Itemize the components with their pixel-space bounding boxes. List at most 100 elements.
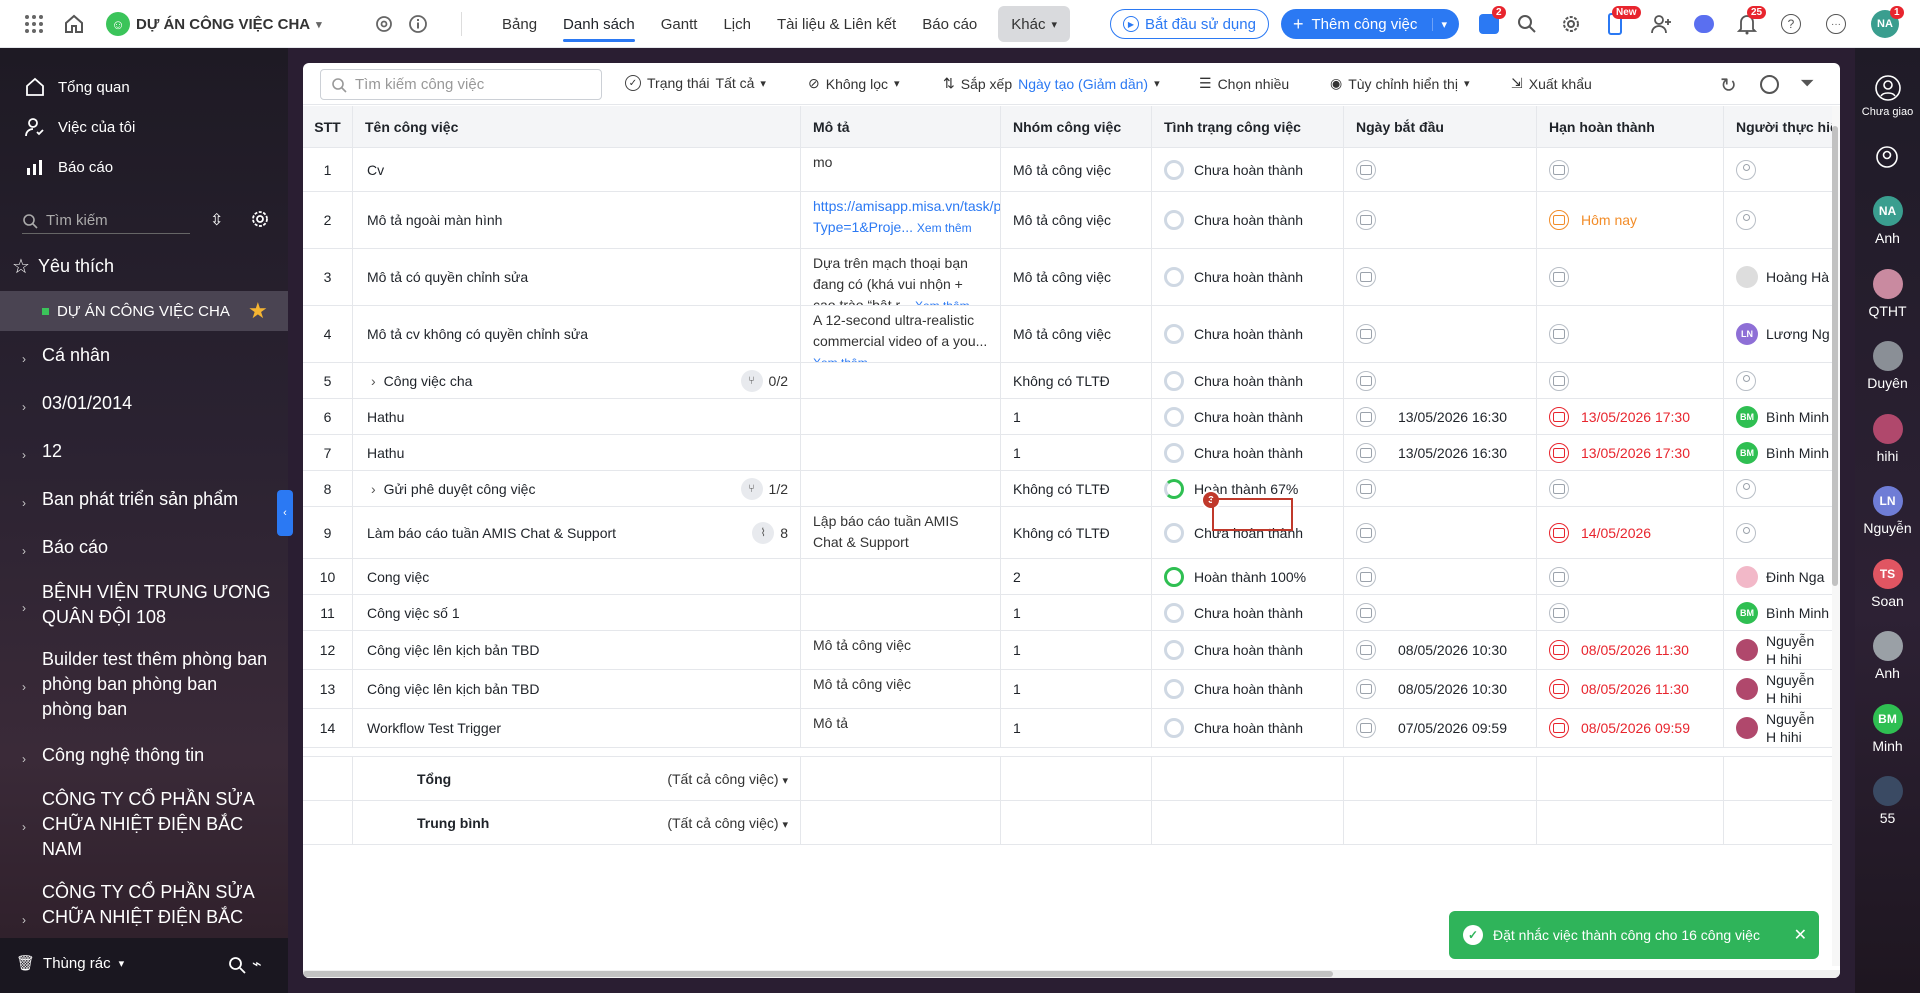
sidebar-group[interactable]: › Báo cáo [22, 535, 272, 564]
export-button[interactable]: ⇲ Xuất khẩu [1511, 75, 1592, 92]
task-status-cell[interactable]: Chưa hoàn thành [1152, 363, 1344, 398]
task-name[interactable]: Hathu [367, 409, 404, 425]
calendar-icon[interactable] [1356, 478, 1376, 499]
task-group[interactable]: 1 [1001, 595, 1152, 630]
see-more-link[interactable]: Xem thêm [917, 221, 972, 235]
col-header-group[interactable]: Nhóm công việc [1001, 106, 1152, 147]
start-date-cell[interactable]: 08/05/2026 10:30 [1344, 670, 1537, 708]
due-date-cell[interactable]: 14/05/2026 [1537, 507, 1724, 558]
start-date-cell[interactable]: 08/05/2026 10:30 [1344, 631, 1537, 669]
status-ring-icon[interactable] [1164, 159, 1184, 180]
expand-arrow-icon[interactable]: › [371, 481, 376, 497]
status-ring-icon[interactable] [1164, 210, 1184, 230]
table-row[interactable]: 1 Cv mo Mô tả công việc Chưa hoàn thành [303, 148, 1840, 192]
subtask-count[interactable]: ⑂ 1/2 [740, 477, 788, 500]
assignee-filter-person[interactable]: LN Nguyễn [1855, 486, 1920, 536]
sidebar-group[interactable]: › CÔNG TY CỔ PHẦN SỬA CHỮA NHIỆT ĐIỆN BẮC [22, 880, 272, 930]
due-date-cell[interactable] [1537, 595, 1724, 630]
calendar-icon[interactable] [1549, 267, 1569, 287]
start-date-cell[interactable] [1344, 471, 1537, 506]
table-row[interactable]: 11 Công việc số 1 1 Chưa hoàn thành BM Bình M… [303, 595, 1840, 631]
table-row[interactable]: 3 Mô tả có quyền chỉnh sửa Dựa trên mạch t… [303, 249, 1840, 306]
col-header-desc[interactable]: Mô tả [801, 106, 1001, 147]
sidebar-group[interactable]: › CÔNG TY CỔ PHẦN SỬA CHỮA NHIỆT ĐIỆN BẮC… [22, 787, 272, 862]
sidebar-group[interactable]: › 12 [22, 439, 272, 468]
status-ring-icon[interactable] [1164, 679, 1184, 699]
due-date-cell[interactable]: 13/05/2026 17:30 [1537, 399, 1724, 434]
collapse-all-icon[interactable]: ⇳ [210, 210, 223, 230]
assignee-cell[interactable]: Nguyễn H hihi [1724, 631, 1840, 669]
task-name-cell[interactable]: Làm báo cáo tuần AMIS Chat & Support ⌇ 8 [353, 507, 801, 558]
apps-grid-icon[interactable] [22, 12, 46, 36]
task-group[interactable]: Mô tả công việc [1001, 192, 1152, 248]
favorite-project-item[interactable]: DỰ ÁN CÔNG VIỆC CHA ★ [0, 291, 288, 331]
tab-list[interactable]: Danh sách [550, 0, 648, 48]
sidebar-item-my-tasks[interactable]: Việc của tôi [24, 116, 135, 138]
project-selector[interactable]: ☺ DỰ ÁN CÔNG VIỆC CHA ▾ [106, 12, 322, 36]
calendar-icon[interactable] [1356, 406, 1376, 427]
status-ring-icon[interactable] [1164, 370, 1184, 391]
task-status-cell[interactable]: Chưa hoàn thành [1152, 595, 1344, 630]
col-header-start[interactable]: Ngày bắt đầu [1344, 106, 1537, 147]
calendar-icon[interactable] [1549, 478, 1569, 499]
assignee-cell[interactable]: BM Bình Minh [1724, 595, 1840, 630]
attachment-count[interactable]: ⌇ 8 [752, 521, 788, 544]
help-icon[interactable]: ? [1781, 14, 1801, 34]
task-group[interactable]: Không có TLTĐ [1001, 471, 1152, 506]
due-date-cell[interactable] [1537, 559, 1724, 594]
status-ring-icon[interactable] [1164, 406, 1184, 427]
status-ring-icon[interactable] [1164, 324, 1184, 344]
task-group[interactable]: Mô tả công việc [1001, 148, 1152, 191]
task-desc-cell[interactable]: Mô tả công việc [801, 670, 1001, 708]
task-desc-cell[interactable]: Lập báo cáo tuần AMIS Chat & Support [801, 507, 1001, 558]
task-status-cell[interactable]: Chưa hoàn thành [1152, 249, 1344, 305]
table-row[interactable]: 7 Hathu 1 Chưa hoàn thành 13/05/2026 16:30 13… [303, 435, 1840, 471]
calendar-icon[interactable] [1356, 640, 1376, 660]
assignee-filter-person[interactable]: NA Anh [1855, 196, 1920, 246]
favorites-header[interactable]: ☆ Yêu thích [12, 254, 114, 279]
table-row[interactable]: 2 Mô tả ngoài màn hình https://amisapp.mis… [303, 192, 1840, 249]
pie-chart-icon[interactable] [1760, 75, 1779, 94]
task-search-input[interactable]: Tìm kiếm công việc [320, 69, 602, 100]
task-status-cell[interactable]: Chưa hoàn thành [1152, 435, 1344, 470]
status-ring-icon[interactable] [1164, 267, 1184, 287]
task-group[interactable]: Mô tả công việc [1001, 249, 1152, 305]
task-name-cell[interactable]: Cong việc [353, 559, 801, 594]
task-status-cell[interactable]: Chưa hoàn thành [1152, 670, 1344, 708]
due-date-cell[interactable]: 08/05/2026 11:30 [1537, 670, 1724, 708]
sidebar-group[interactable]: › Cá nhân [22, 343, 272, 372]
tab-calendar[interactable]: Lịch [710, 0, 764, 48]
start-date-cell[interactable]: 13/05/2026 16:30 [1344, 435, 1537, 470]
task-group[interactable]: Mô tả công việc [1001, 306, 1152, 362]
chat-icon[interactable] [1694, 15, 1714, 33]
task-name[interactable]: Công việc lên kịch bản TBD [367, 681, 540, 697]
task-status-cell[interactable]: Hoàn thành 100% [1152, 559, 1344, 594]
task-status-cell[interactable]: Chưa hoàn thành [1152, 192, 1344, 248]
table-row[interactable]: 5 › Công việc cha ⑂ 0/2 Không có TLTĐ Chưa hoà… [303, 363, 1840, 399]
sort-dropdown[interactable]: ⇅ Sắp xếp Ngày tạo (Giảm dần) ▾ [943, 75, 1160, 92]
due-date-cell[interactable]: Hôm nay [1537, 192, 1724, 248]
table-row[interactable]: 10 Cong việc 2 Hoàn thành 100% Đinh Nga [303, 559, 1840, 595]
task-name[interactable]: Công việc lên kịch bản TBD [367, 642, 540, 658]
assignee-cell[interactable] [1724, 471, 1840, 506]
task-name-cell[interactable]: Hathu [353, 435, 801, 470]
task-desc-cell[interactable]: Mô tả công việc [801, 631, 1001, 669]
close-icon[interactable]: ✕ [1794, 925, 1807, 945]
status-ring-icon[interactable] [1164, 640, 1184, 660]
due-date-cell[interactable] [1537, 249, 1724, 305]
see-more-link[interactable]: Xem thêm [915, 299, 970, 305]
calendar-icon[interactable] [1549, 566, 1569, 587]
assignee-filter-person[interactable]: Anh [1855, 631, 1920, 681]
start-date-cell[interactable] [1344, 507, 1537, 558]
assignee-filter-person[interactable]: BM Minh [1855, 703, 1920, 754]
footer-scope-dropdown[interactable]: (Tất cả công việc) ▾ [667, 771, 788, 787]
calendar-icon[interactable] [1549, 159, 1569, 180]
sidebar-item-reports[interactable]: Báo cáo [24, 156, 113, 178]
due-date-cell[interactable]: 08/05/2026 11:30 [1537, 631, 1724, 669]
assignee-cell[interactable] [1724, 192, 1840, 248]
task-name-cell[interactable]: › Gửi phê duyệt công việc ⑂ 1/2 [353, 471, 801, 506]
task-group[interactable]: 1 [1001, 709, 1152, 747]
trash-button[interactable]: 🗑 Thùng rác ▾ [16, 954, 124, 973]
task-name[interactable]: Mô tả có quyền chỉnh sửa [367, 269, 528, 285]
calendar-icon[interactable] [1356, 442, 1376, 463]
